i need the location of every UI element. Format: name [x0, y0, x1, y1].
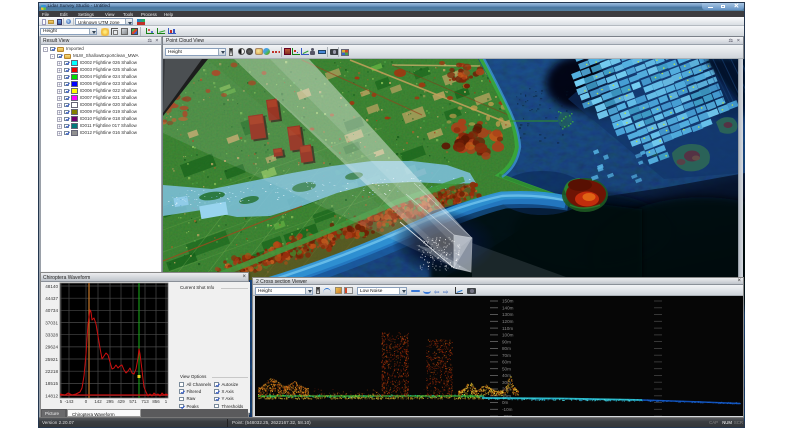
svg-text:856: 856: [152, 399, 160, 404]
svg-text:-20m: -20m: [502, 414, 513, 416]
svg-text:44437: 44437: [45, 296, 58, 301]
svg-text:48140: 48140: [45, 284, 58, 289]
svg-text:140m: 140m: [502, 306, 514, 311]
svg-text:60m: 60m: [502, 360, 511, 365]
svg-text:30m: 30m: [502, 380, 511, 385]
svg-text:-10m: -10m: [502, 407, 513, 412]
svg-text:29624: 29624: [45, 345, 58, 350]
svg-text:50m: 50m: [502, 366, 511, 371]
svg-text:130m: 130m: [502, 312, 514, 317]
svg-text:110m: 110m: [502, 326, 513, 331]
svg-text:429: 429: [117, 399, 125, 404]
svg-text:120m: 120m: [502, 319, 514, 324]
svg-text:40m: 40m: [502, 373, 511, 378]
svg-text:100m: 100m: [502, 333, 514, 338]
svg-text:713: 713: [141, 399, 149, 404]
svg-text:70m: 70m: [502, 353, 511, 358]
svg-text:-143: -143: [65, 399, 74, 404]
svg-text:571: 571: [129, 399, 137, 404]
svg-text:150m: 150m: [502, 299, 514, 304]
svg-text:0m: 0m: [502, 400, 509, 405]
svg-text:90m: 90m: [502, 339, 511, 344]
svg-text:40734: 40734: [45, 308, 58, 313]
svg-text:33328: 33328: [45, 333, 58, 338]
svg-text:18515: 18515: [45, 381, 58, 386]
svg-text:14812: 14812: [45, 393, 58, 398]
svg-text:142: 142: [94, 399, 102, 404]
svg-text:295: 295: [106, 399, 114, 404]
svg-text:25921: 25921: [45, 357, 58, 362]
svg-text:80m: 80m: [502, 346, 511, 351]
svg-text:22218: 22218: [45, 369, 58, 374]
svg-text:37031: 37031: [45, 320, 58, 325]
